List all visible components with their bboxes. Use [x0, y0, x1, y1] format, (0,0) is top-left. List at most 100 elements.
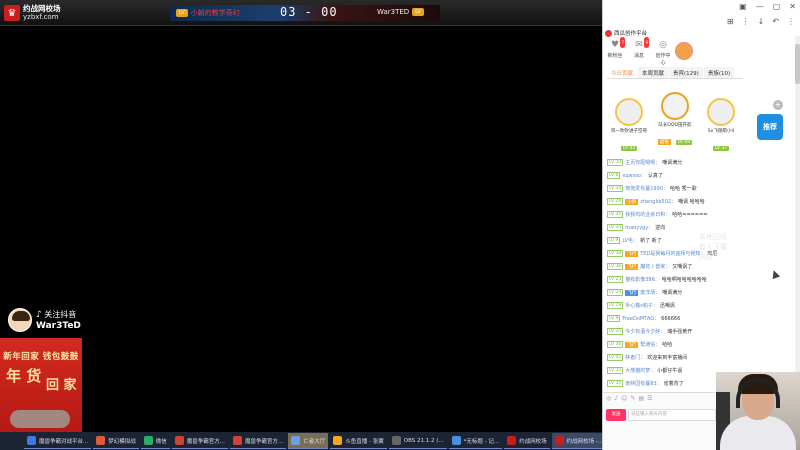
chat-username[interactable]: maoyygy： [625, 224, 653, 231]
chat-text: 认真了 [647, 173, 663, 179]
podium-first[interactable]: 队长OOO田开航 超管 LV 69 [653, 92, 697, 147]
chat-message: LV 35 我我鸡的业余日积： 哈哈====== [607, 208, 747, 221]
chat-username[interactable]: 我我鸡的业余日积： [625, 211, 670, 218]
fans-button[interactable]: ♥ 7 新粉丝 [607, 37, 625, 66]
undo-icon[interactable]: ↶ [772, 17, 779, 26]
taskbar-item[interactable]: 约战网校场 [504, 433, 550, 449]
user-level: LV 34 [607, 224, 624, 231]
chat-message: LV 8 xqwsso： 认真了 [607, 169, 747, 182]
chat-list[interactable]: LV 30 主页你配嗯嗯： 嘲讽满分 LV 8 xqwsso： 认真了 LV 34 饱饱爱有蔓… [607, 156, 747, 392]
chat-username[interactable]: 废洋场： [640, 289, 660, 296]
chat-username[interactable]: 大熊猫的梦： [625, 367, 655, 374]
list-icon[interactable]: ☰ [647, 395, 652, 402]
more-icon[interactable]: ⋮ [742, 17, 750, 26]
close-icon[interactable]: ✕ [789, 2, 796, 11]
start-area[interactable] [0, 432, 24, 450]
taskbar-item[interactable]: 魔兽争霸对战平台... [24, 433, 92, 449]
taskbar-item[interactable]: 魔兽争霸官方... [171, 433, 229, 449]
panel-scrollbar[interactable] [795, 36, 800, 406]
edit-icon[interactable]: ✎ [630, 395, 635, 402]
chat-username[interactable]: 帮通信： [640, 341, 660, 348]
taskbar-item[interactable]: OBS 21.1.2 (... [388, 433, 447, 449]
taskbar-item-label: 魔兽争霸官方... [186, 438, 226, 445]
podium-avatar [661, 92, 689, 120]
grid-icon[interactable]: ⊞ [727, 17, 734, 26]
tab-today[interactable]: 今日贡献 [607, 67, 638, 78]
chat-username[interactable]: 林者门： [625, 354, 645, 361]
podium-second[interactable]: 风一吹吹进子空哥 LV 43 [607, 98, 651, 153]
podium-name: 风一吹吹进子空哥 [611, 129, 647, 134]
podium-level: LV 37 [712, 146, 730, 151]
app-icon [174, 436, 184, 445]
emoji-icon[interactable]: ☺ [621, 395, 627, 402]
scorebar: ♛ 约战网校场 yzbxf.com LV 小朝的教学奇幻 03 - 00 War… [0, 0, 602, 26]
podium-level: LV 43 [620, 146, 638, 151]
chat-username[interactable]: 今夕有酒今夕醉： [625, 328, 665, 335]
taskbar-item[interactable]: 亡者大厅 [288, 433, 329, 449]
taskbar-item[interactable]: 魔兽争霸官方... [230, 433, 287, 449]
image-icon[interactable]: ▤ [638, 395, 644, 402]
top-tab[interactable]: 西瓜创作平台 [605, 29, 647, 37]
chat-text: 嘲讽满分 [662, 160, 683, 166]
chat-username[interactable]: 猫有影像386： [625, 276, 660, 283]
taskbar-item[interactable]: *无标题 - 记... [448, 433, 503, 449]
chat-username[interactable]: 手心搬s帕子： [625, 302, 658, 309]
user-level: LV 38 [607, 250, 624, 257]
taskbar-item[interactable]: 约战网校场 -... [551, 433, 607, 449]
chat-username[interactable]: 魔花丿兽家： [640, 263, 670, 270]
podium-third[interactable]: Sx飞翔萌小4 LV 37 [699, 98, 743, 153]
tab-noble[interactable]: 贵族(10) [703, 67, 735, 78]
message-button[interactable]: ✉ 9 消息 [631, 37, 649, 66]
recommend-bubble[interactable]: 推荐 [757, 114, 783, 140]
minimize-icon[interactable]: — [756, 2, 764, 11]
chat-message: LV 30 主页你配嗯嗯： 嘲讽满分 [607, 156, 747, 169]
chat-username[interactable]: xqwsso： [622, 172, 646, 179]
menu-icon[interactable]: ⋮ [787, 17, 795, 26]
send-button[interactable]: 发送 [606, 409, 626, 421]
taskbar-item-label: 梦幻模拟战 [108, 438, 136, 445]
taskbar-item-label: 斗鱼直播 - 张翼 [345, 438, 384, 445]
scrollbar-thumb[interactable] [795, 44, 800, 84]
chat-username[interactable]: zhengkb502： [640, 198, 676, 205]
maximize-icon[interactable]: ▢ [773, 2, 781, 11]
quick-icons: ♥ 7 新粉丝 ✉ 9 消息 ◎ 创作中心 [607, 37, 671, 66]
chat-username[interactable]: LV毛： [622, 237, 638, 244]
user-level: LV 24 [607, 289, 624, 296]
player1-name: 小朝的教学奇幻 [190, 9, 240, 17]
taskbar-item[interactable]: 梦幻模拟战 [93, 433, 139, 449]
add-icon[interactable]: + [773, 100, 783, 110]
gift-icon[interactable]: ◎ [606, 395, 611, 402]
tab-vip[interactable]: 贵宾(129) [669, 67, 703, 78]
chat-input[interactable]: 说些输入聊天内容 [628, 409, 716, 421]
chat-username[interactable]: FreeDoMTAO： [622, 315, 659, 322]
app-icon [554, 436, 564, 445]
download-icon[interactable]: ↓ [758, 17, 765, 26]
heart-icon: ♥ 7 [609, 37, 625, 51]
chat-username[interactable]: TED是我每月的盗拜与我知： [640, 250, 705, 257]
chat-text: 哈哈====== [672, 212, 708, 218]
podium-name: 队长OOO田开航 [658, 123, 692, 128]
podium-name: Sx飞翔萌小4 [707, 129, 735, 134]
fan-badge: 小新 [625, 198, 639, 205]
chat-input-area: ◎ ♪ ☺ ✎ ▤ ☰ 发送 说些输入聊天内容 [603, 392, 719, 450]
user-avatar[interactable] [675, 42, 693, 60]
player1-tag: LV [176, 9, 188, 17]
user-level: LV 35 [607, 211, 624, 218]
top-tab-label: 西瓜创作平台 [614, 31, 648, 37]
chat-text: 逆向 [655, 225, 666, 231]
app-icon [391, 436, 401, 445]
game-viewport[interactable]: ♛ 约战网校场 yzbxf.com LV 小朝的教学奇幻 03 - 00 War… [0, 0, 602, 432]
chat-username[interactable]: 主页你配嗯嗯： [625, 159, 660, 166]
tab-week[interactable]: 本周贡献 [638, 67, 669, 78]
taskbar-item[interactable]: 微信 [140, 433, 170, 449]
chat-message: LV 34 饱饱爱有蔓1990： 哈哈 秀一歌 [607, 182, 747, 195]
promo-top: 新年回家 钱包鼓鼓 [3, 352, 79, 362]
taskbar-item[interactable]: 斗鱼直播 - 张翼 [330, 433, 387, 449]
restore-icon[interactable]: ▣ [739, 2, 747, 11]
site-logo: ♛ 约战网校场 yzbxf.com [4, 3, 61, 23]
creator-button[interactable]: ◎ 创作中心 [655, 40, 671, 66]
music-icon[interactable]: ♪ [614, 395, 618, 402]
podium-tag: 超管 [657, 139, 671, 145]
chat-username[interactable]: 南林园有蔓83： [625, 380, 661, 387]
chat-username[interactable]: 饱饱爱有蔓1990： [625, 185, 668, 192]
